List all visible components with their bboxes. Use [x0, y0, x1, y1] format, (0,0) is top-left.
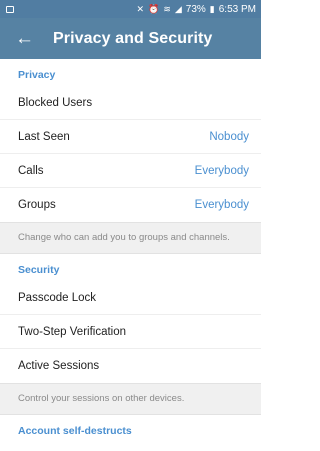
battery-icon: ▮ [209, 3, 215, 14]
row-active-sessions[interactable]: Active Sessions [0, 349, 261, 383]
row-label: Active Sessions [18, 360, 100, 372]
clock: 6:53 PM [218, 3, 256, 15]
row-calls[interactable]: Calls Everybody [0, 154, 261, 188]
row-blocked-users[interactable]: Blocked Users [0, 86, 261, 120]
row-value: Everybody [194, 164, 249, 177]
row-groups[interactable]: Groups Everybody [0, 188, 261, 222]
status-bar-right: ✕ ⏰ ≋ ◢ 73% ▮ 6:53 PM [137, 4, 256, 15]
row-label: Calls [18, 164, 44, 177]
section-header-security: Security [18, 264, 60, 276]
gallery-notification-icon [6, 5, 14, 13]
privacy-info-text: Change who can add you to groups and cha… [0, 222, 261, 254]
row-label: Blocked Users [18, 96, 93, 109]
status-bar: ✕ ⏰ ≋ ◢ 73% ▮ 6:53 PM [0, 0, 261, 18]
row-label: Passcode Lock [18, 291, 96, 304]
row-label: Groups [18, 199, 56, 211]
section-header-privacy: Privacy [18, 69, 56, 81]
back-arrow-icon[interactable]: ← [15, 29, 37, 48]
row-value: Nobody [209, 130, 249, 143]
row-passcode-lock[interactable]: Passcode Lock [0, 281, 261, 315]
wifi-icon: ≋ [163, 3, 171, 14]
row-two-step-verification[interactable]: Two-Step Verification [0, 315, 261, 349]
status-bar-left [6, 5, 14, 13]
mute-icon: ✕ [136, 3, 145, 14]
alarm-icon: ⏰ [148, 3, 160, 14]
row-label: Last Seen [18, 130, 70, 143]
row-last-seen[interactable]: Last Seen Nobody [0, 120, 261, 154]
battery-percent: 73% [185, 3, 206, 15]
app-bar: ← Privacy and Security [0, 18, 261, 59]
page-title: Privacy and Security [53, 29, 213, 47]
signal-icon: ◢ [174, 3, 182, 14]
section-header-account: Account self-destructs [18, 425, 132, 437]
row-value: Everybody [194, 199, 249, 211]
row-label: Two-Step Verification [18, 325, 127, 338]
security-info-text: Control your sessions on other devices. [0, 383, 261, 415]
